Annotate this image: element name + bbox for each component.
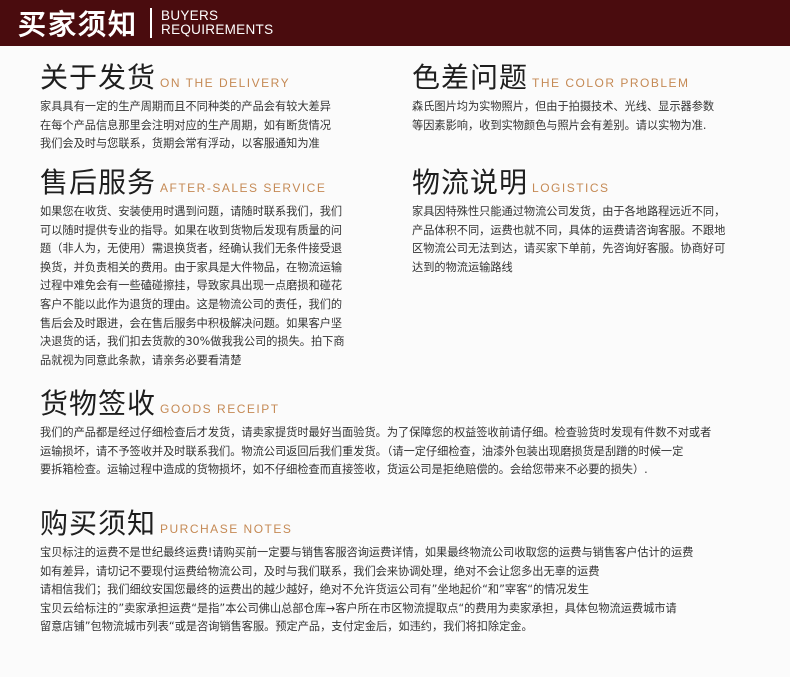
- body-line: 家具具有一定的生产周期而且不同种类的产品会有较大差异: [40, 100, 331, 113]
- section-goods-receipt: 货物签收 GOODS RECEIPT 我们的产品都是经过仔细检查后才发货，请卖家…: [40, 382, 711, 480]
- section-heading: 色差问题 THE COLOR PROBLEM: [412, 56, 714, 96]
- body-line: 森氏图片均为实物照片，但由于拍摄技术、光线、显示器参数: [412, 100, 715, 113]
- section-heading: 货物签收 GOODS RECEIPT: [40, 382, 711, 422]
- section-subtitle: PURCHASE NOTES: [160, 522, 293, 536]
- banner-divider: [150, 8, 153, 38]
- body-line: 等因素影响，收到实物颜色与照片会有差别。请以实物为准.: [412, 118, 707, 132]
- section-body: 宝贝标注的运费不是世纪最终运费!请购买前一定要与销售客服咨询运费详情，如果最终物…: [40, 544, 693, 637]
- section-color: 色差问题 THE COLOR PROBLEM 森氏图片均为实物照片，但由于拍摄技…: [412, 56, 714, 135]
- banner-title: 买家须知: [18, 8, 139, 41]
- body-line: 留意店铺”包物流城市列表“或是咨询销售客服。预定产品，支付定金后，如违约，我们将…: [40, 620, 533, 634]
- body-line: 达到的物流运输路线: [412, 260, 513, 274]
- section-subtitle: GOODS RECEIPT: [160, 402, 280, 416]
- body-line: 请相信我们；我们细纹安国您最终的运费出的越少越好，绝对不允许货运公司有”坐地起价…: [40, 583, 589, 597]
- section-delivery: 关于发货 ON THE DELIVERY 家具具有一定的生产周期而且不同种类的产…: [40, 56, 331, 154]
- body-line: 宝贝标注的运费不是世纪最终运费!请购买前一定要与销售客服咨询运费详情，如果最终物…: [40, 546, 694, 559]
- section-subtitle: THE COLOR PROBLEM: [532, 76, 690, 90]
- body-line: 产品体积不同，运费也就不同，具体的运费请咨询客服。不跟地: [412, 223, 726, 237]
- body-line: 决退货的话，我们扣去货款的30%做我我公司的损失。拍下商: [40, 335, 345, 349]
- section-body: 我们的产品都是经过仔细检查后才发货，请卖家提货时最好当面验货。为了保障您的权益签…: [40, 424, 711, 480]
- body-line: 要拆箱检查。运输过程中造成的货物损坏，如不仔细检查而直接签收，货运公司是拒绝赔偿…: [40, 463, 648, 477]
- section-body: 家具具有一定的生产周期而且不同种类的产品会有较大差异 在每个产品信息那里会注明对…: [40, 98, 331, 154]
- body-line: 运输损坏，请不予签收并及时联系我们。物流公司返回后我们重发货。（请一定仔细检查，…: [40, 444, 684, 458]
- section-purchase-notes: 购买须知 PURCHASE NOTES 宝贝标注的运费不是世纪最终运费!请购买前…: [40, 502, 693, 637]
- body-line: 换货，并负责相关的费用。由于家具是大件物品，在物流运输: [40, 260, 343, 274]
- body-line: 我们会及时与您联系，货期会常有浮动，以客服通知为准: [40, 137, 320, 151]
- banner-subtitle: BUYERS REQUIREMENTS: [161, 9, 273, 37]
- header-banner: 买家须知 BUYERS REQUIREMENTS: [0, 0, 790, 46]
- body-line: 我们的产品都是经过仔细检查后才发货，请卖家提货时最好当面验货。为了保障您的权益签…: [40, 426, 712, 439]
- body-line: 在每个产品信息那里会注明对应的生产周期，如有断货情况: [40, 118, 331, 132]
- section-subtitle: LOGISTICS: [532, 181, 610, 195]
- body-line: 售后会及时跟进，会在售后服务中积极解决问题。如果客户坚: [40, 316, 343, 330]
- section-title: 货物签收: [40, 387, 157, 420]
- body-line: 区物流公司无法到达，请买家下单前，先咨询好客服。协商好可: [412, 242, 726, 256]
- section-logistics: 物流说明 LOGISTICS 家具因特殊性只能通过物流公司发货，由于各地路程远近…: [412, 161, 725, 277]
- body-line: 题（非人为，无使用）需退换货者，经确认我们无条件接受退: [40, 242, 343, 256]
- section-subtitle: AFTER-SALES SERVICE: [160, 181, 327, 195]
- section-title: 购买须知: [40, 507, 157, 540]
- section-title: 物流说明: [412, 166, 529, 199]
- section-body: 森氏图片均为实物照片，但由于拍摄技术、光线、显示器参数 等因素影响，收到实物颜色…: [412, 98, 714, 135]
- body-line: 宝贝云给标注的”卖家承担运费“是指”本公司佛山总部仓库→客户所在市区物流提取点“…: [40, 601, 677, 615]
- section-body: 如果您在收货、安装使用时遇到问题，请随时联系我们，我们 可以随时提供专业的指导。…: [40, 203, 345, 370]
- body-line: 可以随时提供专业的指导。如果在收到货物后发现有质量的问: [40, 223, 343, 237]
- body-line: 过程中难免会有一些磕碰擦挂，导致家具出现一点磨损和碰花: [40, 279, 343, 293]
- section-heading: 购买须知 PURCHASE NOTES: [40, 502, 693, 542]
- section-title: 关于发货: [40, 61, 157, 94]
- body-line: 如果您在收货、安装使用时遇到问题，请随时联系我们，我们: [40, 205, 343, 218]
- body-line: 如有差异，请切记不要现付运费给物流公司，及时与我们联系，我们会来协调处理，绝对不…: [40, 564, 600, 578]
- body-line: 客户不能以此作为退货的理由。这是物流公司的责任，我们的: [40, 297, 343, 311]
- section-after-sales: 售后服务 AFTER-SALES SERVICE 如果您在收货、安装使用时遇到问…: [40, 161, 345, 370]
- section-subtitle: ON THE DELIVERY: [160, 76, 291, 90]
- section-title: 色差问题: [412, 61, 529, 94]
- section-body: 家具因特殊性只能通过物流公司发货，由于各地路程远近不同， 产品体积不同，运费也就…: [412, 203, 725, 277]
- section-heading: 售后服务 AFTER-SALES SERVICE: [40, 161, 345, 201]
- body-line: 家具因特殊性只能通过物流公司发货，由于各地路程远近不同，: [412, 205, 726, 218]
- banner-subtitle-line1: BUYERS: [161, 8, 219, 23]
- section-heading: 关于发货 ON THE DELIVERY: [40, 56, 331, 96]
- banner-subtitle-line2: REQUIREMENTS: [161, 22, 274, 37]
- section-title: 售后服务: [40, 166, 157, 199]
- body-line: 品就视为同意此条款，请亲务必要看清楚: [40, 353, 242, 367]
- section-heading: 物流说明 LOGISTICS: [412, 161, 725, 201]
